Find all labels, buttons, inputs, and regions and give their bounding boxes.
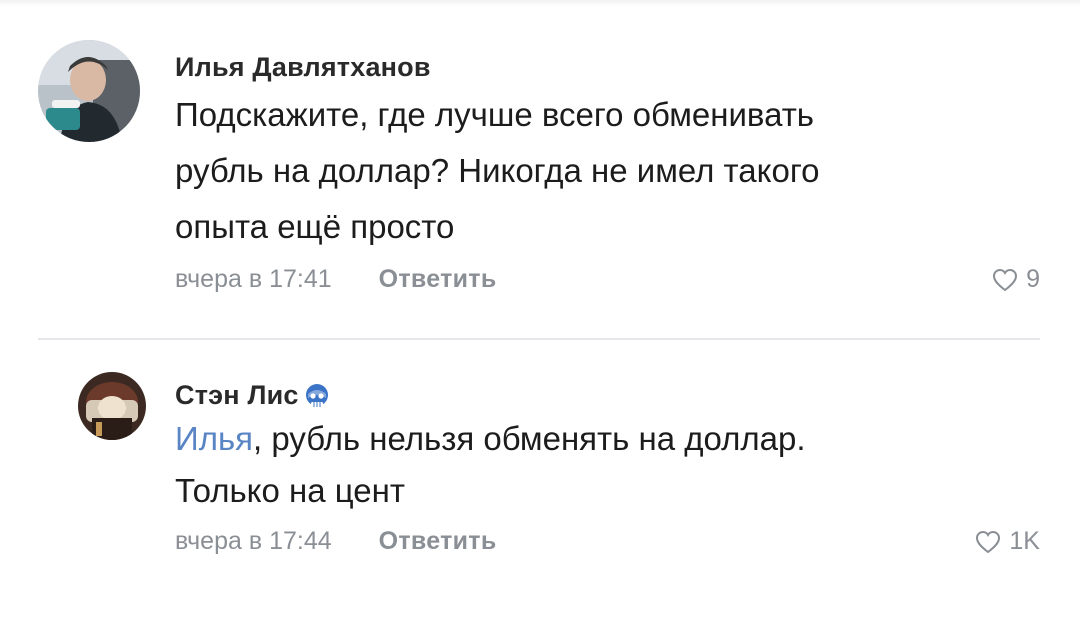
timestamp: вчера в 17:44 [175,527,332,555]
comment-meta: вчера в 17:41 Ответить 9 [175,265,1040,299]
avatar[interactable] [38,40,140,142]
mention-link[interactable]: Илья [175,420,253,457]
author-name[interactable]: Стэн Лис [175,380,331,411]
comment-text: Подскажите, где лучше всего обменивать р… [175,96,820,245]
comment: Илья Давлятханов Подскажите, где лучше в… [0,38,1080,308]
comment-body: Стэн Лис Илья, рубль нельзя обменять на … [175,360,1040,561]
reply-button[interactable]: Ответить [379,527,497,556]
author-name[interactable]: Илья Давлятханов [175,52,431,83]
avatar[interactable] [78,372,146,440]
user-photo-avatar [78,372,146,440]
like-button[interactable]: 1K [975,527,1040,556]
like-button[interactable]: 9 [992,265,1040,294]
comment-text: Илья, рубль нельзя обменять на доллар. Т… [175,413,1040,517]
reply-button[interactable]: Ответить [379,265,497,294]
comment-meta: вчера в 17:44 Ответить 1K [175,527,1040,561]
author-name-text[interactable]: Илья Давлятханов [175,52,431,83]
like-count: 9 [1026,265,1040,293]
comment-body: Илья Давлятханов Подскажите, где лучше в… [175,38,1040,299]
comment-text-body: , рубль нельзя обменять на доллар. Тольк… [175,420,806,509]
author-name-text[interactable]: Стэн Лис [175,380,299,411]
user-photo-avatar [38,40,140,142]
heart-outline-icon [975,530,1001,554]
top-edge [0,0,1080,6]
timestamp: вчера в 17:41 [175,265,332,293]
skull-mask-emoji-icon [303,382,331,410]
divider [38,338,1040,340]
like-count: 1K [1009,527,1040,555]
comment: Стэн Лис Илья, рубль нельзя обменять на … [0,360,1080,600]
heart-outline-icon [992,268,1018,292]
